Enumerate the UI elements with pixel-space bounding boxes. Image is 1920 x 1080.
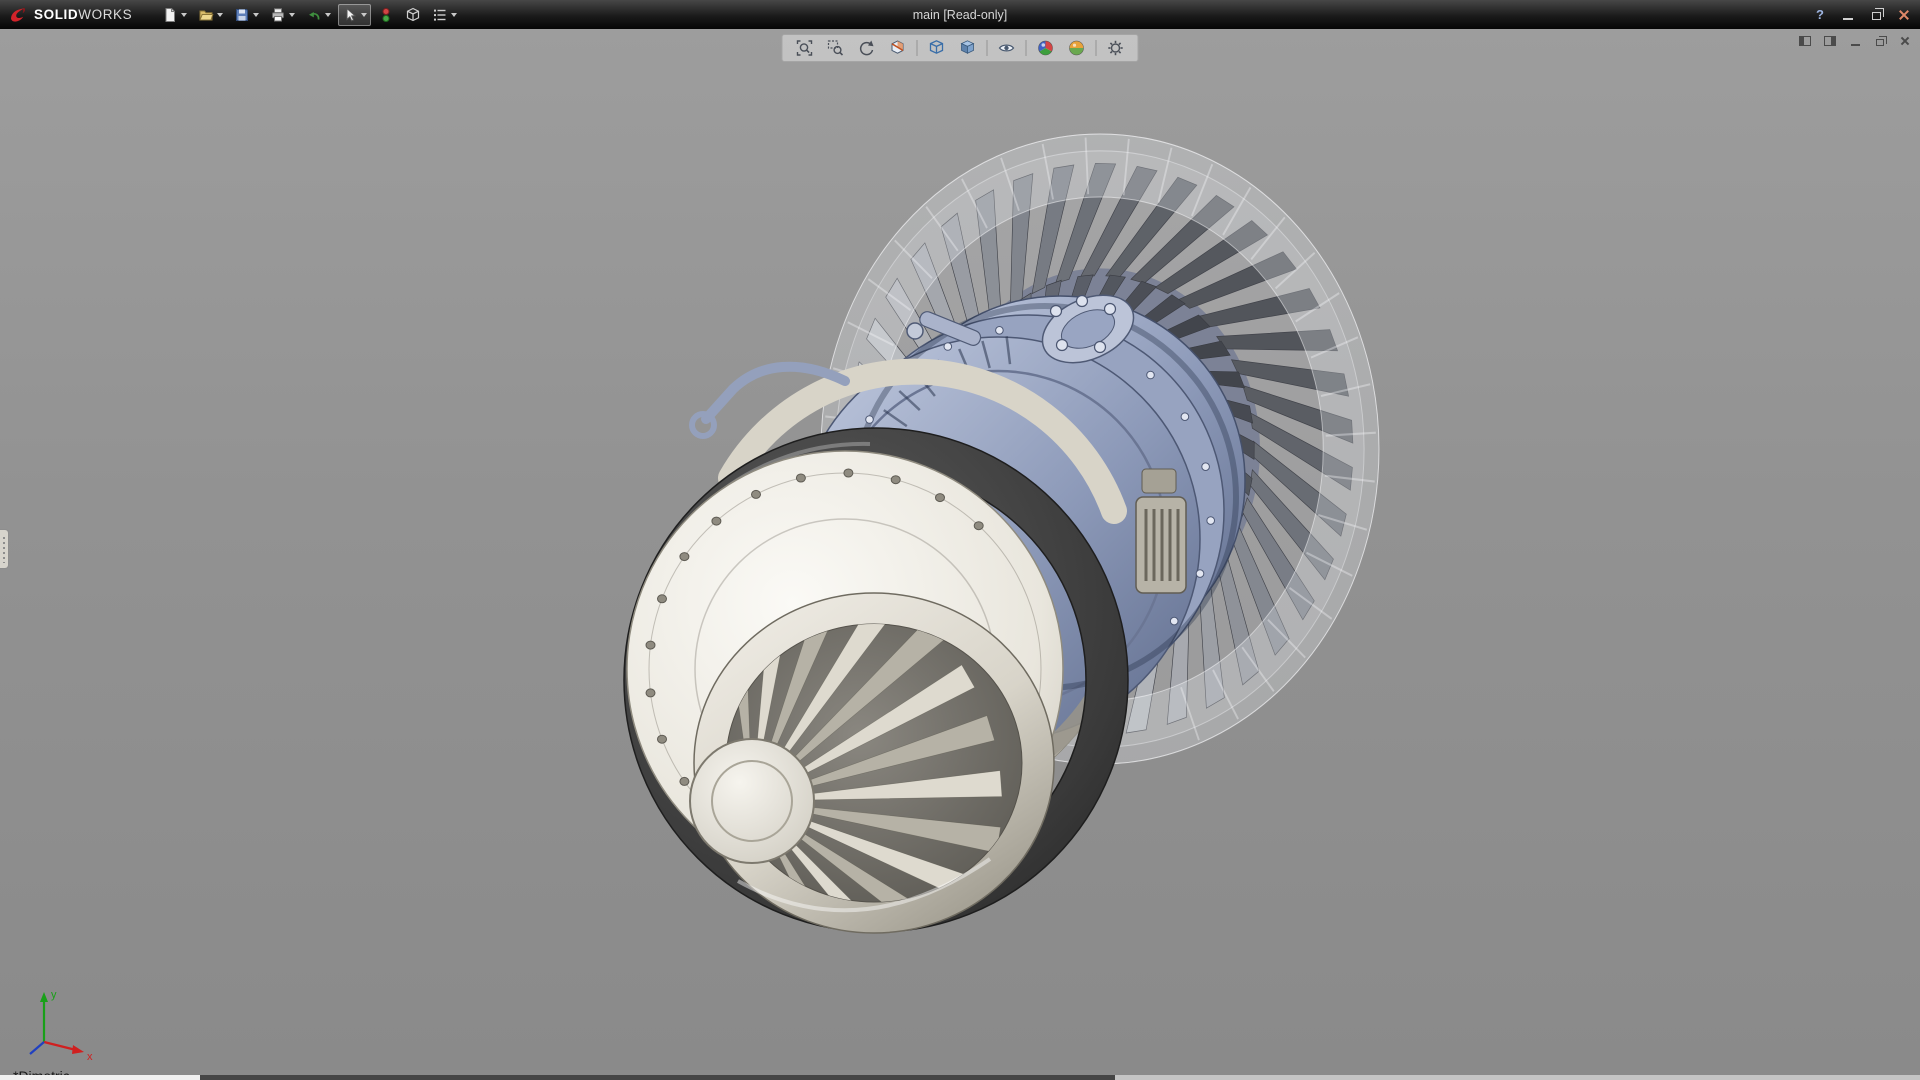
select-cursor-icon [342,7,358,23]
view-orientation-cube-icon [928,39,946,57]
section-view-icon [889,39,907,57]
dropdown-caret-icon [325,13,331,17]
zoom-to-area-button[interactable] [824,37,848,59]
toolbar-separator [987,40,988,56]
dropdown-caret-icon [361,13,367,17]
open-button[interactable] [194,4,227,26]
view-orientation-button[interactable] [925,37,949,59]
minimize-icon [1851,44,1860,46]
zoom-to-area-icon [827,39,845,57]
close-icon [1900,36,1910,46]
app-logo: SOLIDWORKS [0,0,144,29]
dropdown-caret-icon [253,13,259,17]
toolbar-separator [1026,40,1027,56]
restore-icon [1872,12,1881,20]
previous-view-button[interactable] [855,37,879,59]
selection-filter-icon [378,7,394,23]
panel-splitter-handle[interactable] [0,529,9,569]
restore-document-button[interactable] [1871,33,1889,49]
toolbar-separator [1096,40,1097,56]
dropdown-caret-icon [451,13,457,17]
restore-icon [1876,39,1884,46]
dropdown-caret-icon [181,13,187,17]
print-button[interactable] [266,4,299,26]
zoom-to-fit-button[interactable] [793,37,817,59]
document-window-controls [1796,33,1914,49]
display-style-cube-icon [959,39,977,57]
appearance-ball-icon [1037,39,1055,57]
orientation-triad[interactable]: y x [14,984,104,1064]
minimize-icon [1843,18,1853,20]
status-segment [1115,1075,1920,1080]
left-pane-icon [1799,36,1811,46]
show-right-pane-button[interactable] [1821,33,1839,49]
save-icon [234,7,250,23]
show-left-pane-button[interactable] [1796,33,1814,49]
graphics-area[interactable]: y x *Dimetric [0,29,1920,1080]
toolbar-separator [917,40,918,56]
section-view-button[interactable] [886,37,910,59]
view-settings-gear-icon [1107,39,1125,57]
status-segment [200,1075,1115,1080]
close-window-button[interactable] [1892,4,1916,26]
close-document-button[interactable] [1896,33,1914,49]
y-axis-label: y [51,989,57,1001]
solidworks-logo-icon [8,5,28,25]
edit-appearance-button[interactable] [1034,37,1058,59]
isolate-button[interactable] [401,4,425,26]
right-pane-icon [1824,36,1836,46]
apply-scene-button[interactable] [1065,37,1089,59]
status-bar-edge [0,1075,1920,1080]
x-axis [44,1042,76,1050]
undo-icon [306,7,322,23]
scene-ball-icon [1068,39,1086,57]
options-button[interactable] [428,4,461,26]
select-button[interactable] [338,4,371,26]
jet-engine-model[interactable] [0,29,1920,1080]
dropdown-caret-icon [289,13,295,17]
new-document-icon [162,7,178,23]
print-icon [270,7,286,23]
isolate-cube-icon [405,7,421,23]
x-axis-label: x [87,1051,93,1063]
new-document-button[interactable] [158,4,191,26]
heads-up-view-toolbar [782,34,1139,62]
z-axis [30,1042,44,1054]
previous-view-icon [858,39,876,57]
restore-window-button[interactable] [1864,4,1888,26]
display-style-button[interactable] [956,37,980,59]
window-controls: ? [1808,4,1920,26]
minimize-window-button[interactable] [1836,4,1860,26]
save-button[interactable] [230,4,263,26]
open-folder-icon [198,7,214,23]
help-icon: ? [1816,7,1824,22]
hide-show-items-button[interactable] [995,37,1019,59]
view-settings-button[interactable] [1104,37,1128,59]
minimize-document-button[interactable] [1846,33,1864,49]
selection-filter-button[interactable] [374,4,398,26]
solidworks-window: SOLIDWORKS [0,0,1920,1080]
standard-toolbar [158,4,461,26]
zoom-to-fit-icon [796,39,814,57]
undo-button[interactable] [302,4,335,26]
help-button[interactable]: ? [1808,4,1832,26]
shaft-hub[interactable] [690,739,814,863]
title-bar: SOLIDWORKS [0,0,1920,29]
status-segment [0,1075,200,1080]
dropdown-caret-icon [217,13,223,17]
app-name: SOLIDWORKS [34,7,132,22]
eye-icon [998,39,1016,57]
options-list-icon [432,7,448,23]
close-icon [1898,9,1910,21]
